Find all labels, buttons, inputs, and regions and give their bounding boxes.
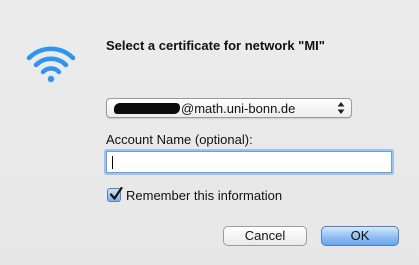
account-name-field[interactable] [106,151,392,173]
remember-checkbox[interactable] [107,187,123,202]
checkmark-icon [109,187,123,200]
ok-button[interactable]: OK [321,226,399,246]
certificate-select[interactable]: @math.uni-bonn.de [106,98,352,118]
certificate-select-value: @math.uni-bonn.de [181,101,296,116]
updown-arrows-icon [337,102,345,114]
text-caret [112,156,113,169]
remember-label: Remember this information [126,188,283,203]
dialog-title: Select a certificate for network "MI" [106,38,325,53]
cancel-button[interactable]: Cancel [223,226,307,246]
wifi-icon [26,46,76,83]
certificate-dialog: Select a certificate for network "MI" @m… [0,0,419,265]
account-name-label: Account Name (optional): [106,132,253,147]
redacted-username [114,103,180,114]
